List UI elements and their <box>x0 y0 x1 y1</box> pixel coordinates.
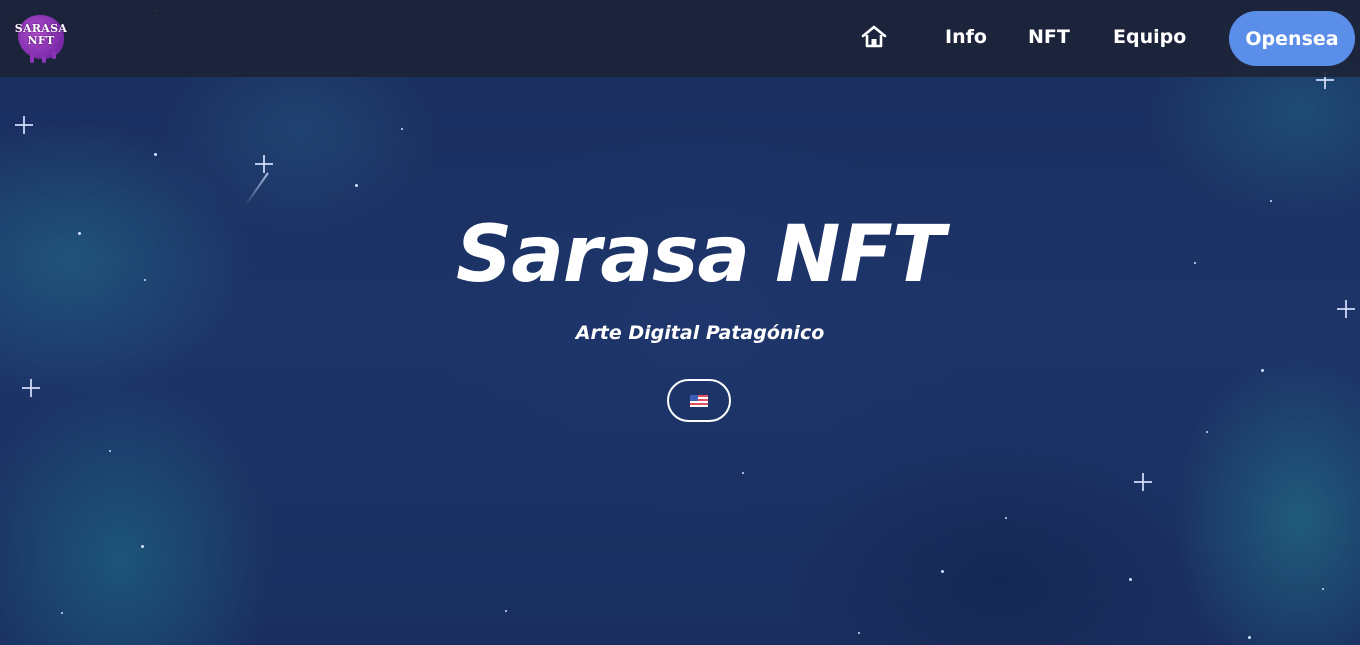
logo-drip <box>30 53 34 63</box>
star <box>61 612 63 614</box>
language-toggle-button[interactable] <box>667 379 731 422</box>
star <box>941 570 944 573</box>
logo-drip <box>42 55 46 63</box>
star <box>109 450 111 452</box>
star <box>1261 369 1264 372</box>
us-flag-icon <box>690 394 708 407</box>
flag-canton <box>690 394 698 401</box>
star <box>505 610 507 612</box>
star <box>742 472 744 474</box>
star <box>1270 200 1272 202</box>
star <box>1322 588 1324 590</box>
sparkle-star <box>1134 473 1152 491</box>
sparkle-star <box>255 155 273 173</box>
home-icon <box>861 25 887 48</box>
sarasa-nft-logo[interactable]: SARASA NFT <box>14 13 68 63</box>
star <box>1248 636 1251 639</box>
shooting-star <box>244 172 269 207</box>
nav-link-equipo[interactable]: Equipo <box>1113 26 1186 48</box>
star <box>1129 578 1132 581</box>
hero-title: Sarasa NFT <box>456 210 945 300</box>
sparkle-star <box>1337 300 1355 318</box>
nav-link-info[interactable]: Info <box>945 26 987 48</box>
star <box>355 184 358 187</box>
logo-text-line2: NFT <box>27 34 55 47</box>
logo-text: SARASA NFT <box>14 23 68 47</box>
hero-subtitle: Arte Digital Patagónico <box>575 322 825 344</box>
sparkle-star <box>22 379 40 397</box>
star <box>154 153 157 156</box>
opensea-button[interactable]: Opensea <box>1229 11 1355 66</box>
sparkle-star <box>15 116 33 134</box>
nav-link-nft[interactable]: NFT <box>1028 26 1070 48</box>
star <box>858 632 860 634</box>
star <box>1005 517 1007 519</box>
logo-drip <box>52 52 56 59</box>
nav-home-link[interactable] <box>860 24 888 50</box>
top-navbar: SARASA NFT Info NFT Equipo Opensea <box>0 0 1360 77</box>
star <box>1206 431 1208 433</box>
star <box>141 545 144 548</box>
star <box>401 128 403 130</box>
